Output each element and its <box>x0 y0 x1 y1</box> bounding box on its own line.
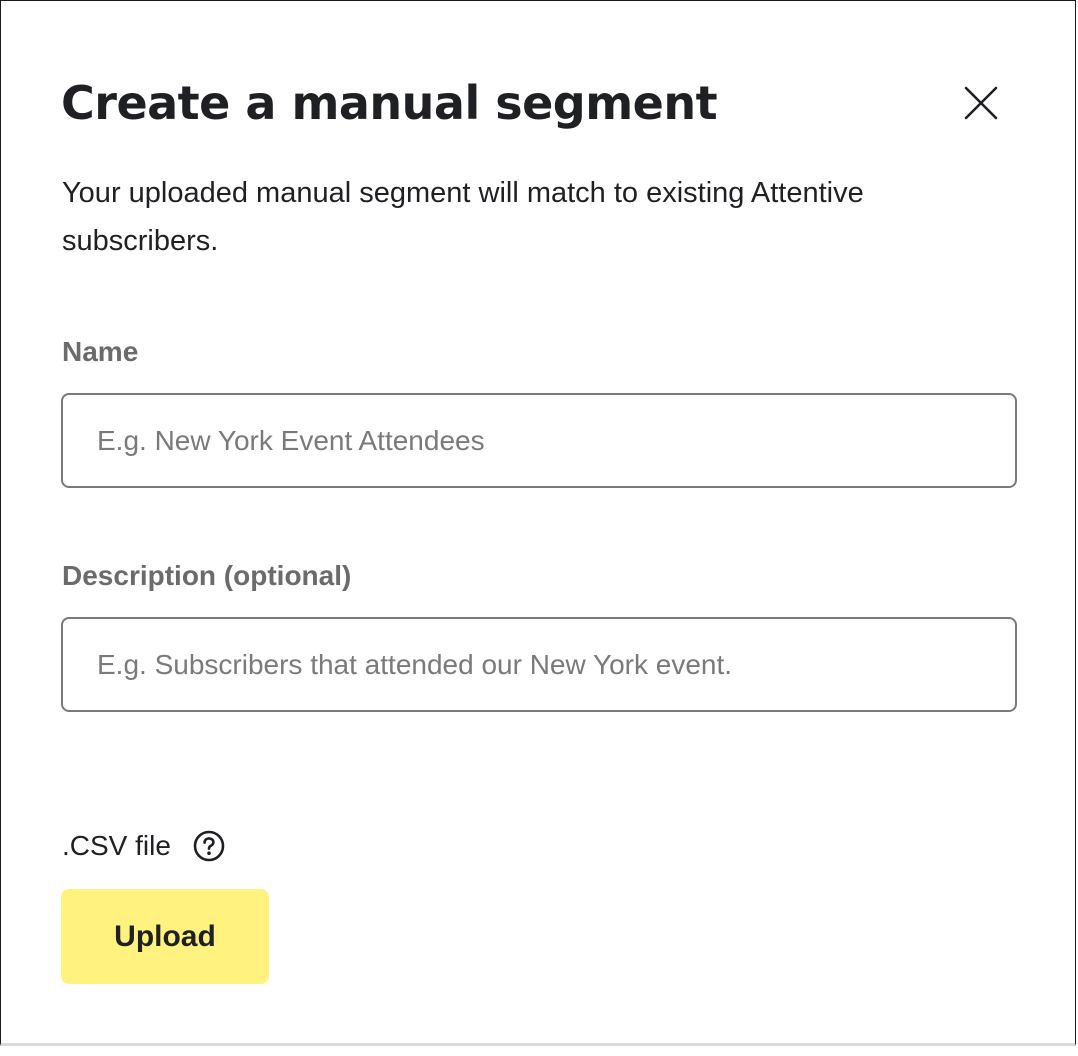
name-label: Name <box>62 336 139 367</box>
csv-file-label: .CSV file <box>62 830 171 861</box>
description-label: Description (optional) <box>62 560 352 591</box>
close-icon <box>964 86 998 120</box>
modal-title: Create a manual segment <box>61 76 718 130</box>
close-button[interactable] <box>957 79 1005 127</box>
csv-file-row: .CSV file <box>62 825 225 867</box>
help-button[interactable] <box>193 830 225 862</box>
description-input[interactable] <box>61 617 1017 712</box>
create-segment-modal: Create a manual segment Your uploaded ma… <box>0 0 1076 1046</box>
modal-subtitle: Your uploaded manual segment will match … <box>62 177 864 257</box>
upload-button[interactable]: Upload <box>61 889 269 984</box>
question-circle-icon <box>193 830 225 862</box>
name-input[interactable] <box>61 393 1017 488</box>
